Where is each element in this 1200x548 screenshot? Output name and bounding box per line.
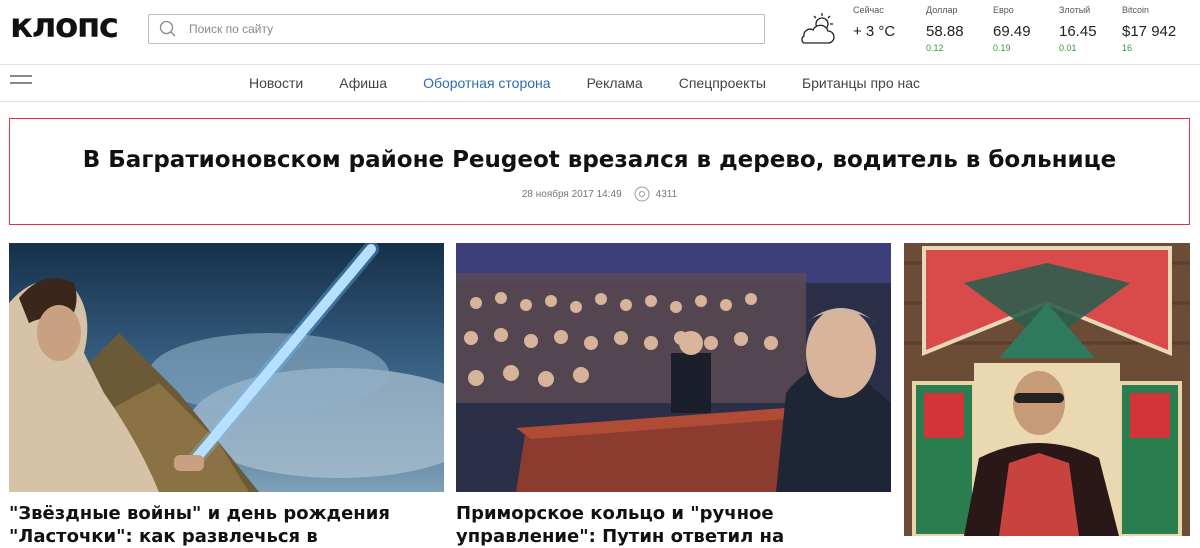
- news-card[interactable]: [904, 243, 1190, 536]
- news-card-title[interactable]: Приморское кольцо и "ручное управление":…: [456, 502, 891, 548]
- weather-now: Сейчас + 3 °C: [853, 4, 895, 43]
- partly-cloudy-icon: [798, 12, 838, 48]
- rate-delta: 0.01: [1059, 43, 1077, 53]
- rate-label: Доллар: [926, 5, 958, 15]
- nav-item-news[interactable]: Новости: [249, 75, 303, 91]
- rate-btc: Bitcoin $17 942 16: [1122, 4, 1176, 53]
- weather-value: + 3 °C: [853, 23, 896, 40]
- featured-meta: 28 ноября 2017 14:49 4311: [10, 186, 1189, 202]
- featured-date: 28 ноября 2017 14:49: [521, 188, 622, 200]
- rate-delta: 16: [1122, 43, 1133, 53]
- featured-article[interactable]: В Багратионовском районе Peugeot врезалс…: [9, 118, 1190, 225]
- news-card-title[interactable]: "Звёздные войны" и день рождения "Ласточ…: [9, 502, 444, 548]
- header: клопс Сейчас + 3 °C Доллар 58.88 0.12 Ев…: [0, 0, 1200, 62]
- weather-label: Сейчас: [853, 5, 884, 15]
- news-card-image[interactable]: [9, 243, 444, 492]
- nav-item-flip-side[interactable]: Оборотная сторона: [423, 75, 551, 91]
- rate-value: $17 942: [1122, 23, 1177, 40]
- rate-pln: Злотый 16.45 0.01: [1059, 4, 1097, 53]
- rate-delta: 0.12: [926, 43, 944, 53]
- rate-value: 69.49: [993, 23, 1031, 40]
- rate-label: Bitcoin: [1122, 5, 1150, 15]
- rate-usd: Доллар 58.88 0.12: [926, 4, 964, 53]
- rate-delta: 0.19: [993, 43, 1011, 53]
- news-card[interactable]: "Звёздные войны" и день рождения "Ласточ…: [9, 243, 444, 548]
- menu-burger-icon[interactable]: [10, 75, 32, 91]
- news-card[interactable]: Приморское кольцо и "ручное управление":…: [456, 243, 891, 548]
- news-card-image[interactable]: [456, 243, 891, 492]
- search-icon[interactable]: [153, 15, 183, 43]
- site-logo[interactable]: клопс: [10, 6, 119, 46]
- rate-value: 16.45: [1059, 23, 1097, 40]
- nav-item-british[interactable]: Британцы про нас: [802, 75, 920, 91]
- rate-label: Злотый: [1059, 5, 1091, 15]
- rate-label: Евро: [993, 5, 1014, 15]
- main-nav: Новости Афиша Оборотная сторона Реклама …: [0, 64, 1200, 102]
- search-box[interactable]: [148, 14, 765, 44]
- news-card-image[interactable]: [904, 243, 1190, 536]
- nav-items: Новости Афиша Оборотная сторона Реклама …: [249, 65, 956, 101]
- nav-item-ads[interactable]: Реклама: [587, 75, 643, 91]
- search-input[interactable]: [189, 16, 764, 42]
- featured-title[interactable]: В Багратионовском районе Peugeot врезалс…: [10, 147, 1189, 173]
- rate-value: 58.88: [926, 23, 964, 40]
- nav-item-special[interactable]: Спецпроекты: [679, 75, 766, 91]
- nav-item-afisha[interactable]: Афиша: [339, 75, 387, 91]
- featured-views: 4311: [655, 188, 678, 200]
- views-icon: [634, 186, 650, 202]
- rate-eur: Евро 69.49 0.19: [993, 4, 1031, 53]
